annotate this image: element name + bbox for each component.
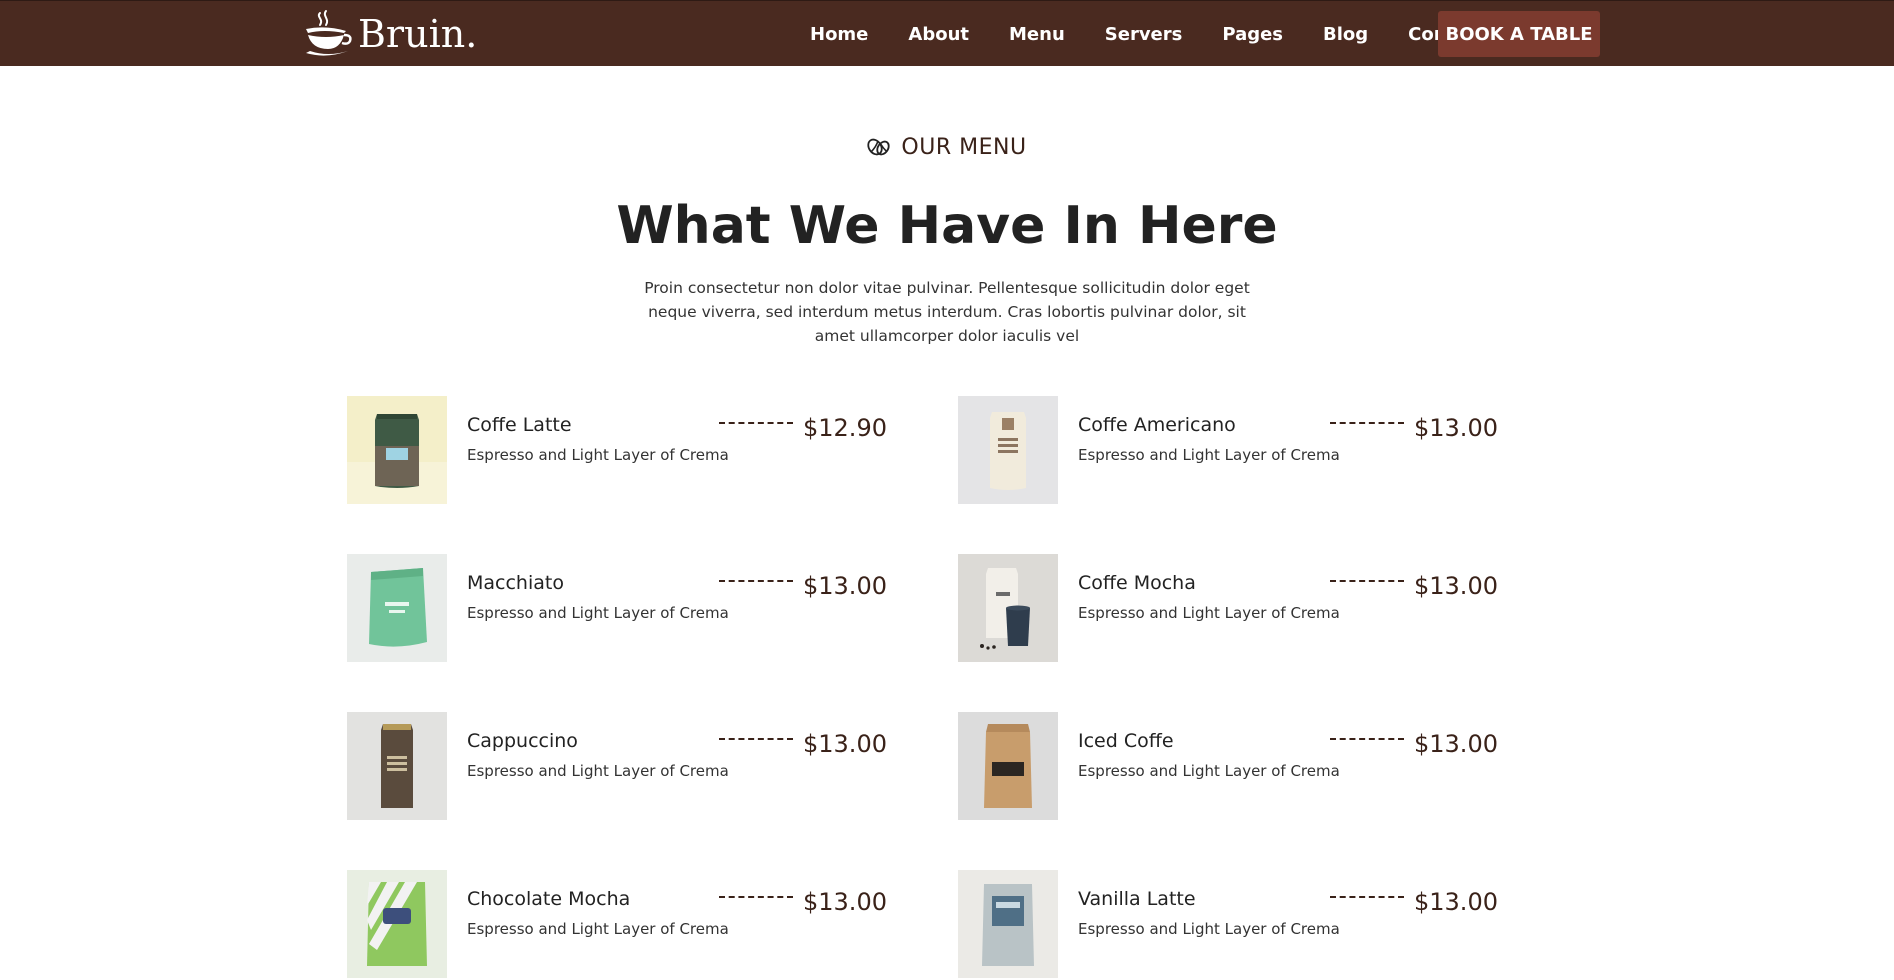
coffee-cup-steam-icon (306, 10, 352, 56)
item-description: Espresso and Light Layer of Crema (1078, 446, 1340, 464)
price-leader (1330, 738, 1404, 740)
product-image (347, 396, 447, 504)
item-price: $13.00 (1414, 888, 1498, 916)
nav-pages[interactable]: Pages (1222, 24, 1283, 45)
price-leader (719, 738, 793, 740)
coffee-bean-icon (867, 138, 891, 156)
brand-name: Bruin. (358, 12, 478, 56)
menu-item[interactable]: Iced Coffe Espresso and Light Layer of C… (958, 712, 1498, 822)
item-name: Coffe Mocha (1078, 572, 1196, 594)
book-table-button[interactable]: BOOK A TABLE (1438, 11, 1600, 57)
menu-item[interactable]: Vanilla Latte Espresso and Light Layer o… (958, 870, 1498, 980)
item-name: Macchiato (467, 572, 564, 594)
item-name: Vanilla Latte (1078, 888, 1196, 910)
item-price: $13.00 (1414, 414, 1498, 442)
product-image (958, 870, 1058, 978)
price-leader (1330, 896, 1404, 898)
item-price: $13.00 (1414, 730, 1498, 758)
item-description: Espresso and Light Layer of Crema (1078, 920, 1340, 938)
product-image (347, 554, 447, 662)
menu-item[interactable]: Coffe Mocha Espresso and Light Layer of … (958, 554, 1498, 664)
menu-item[interactable]: Coffe Americano Espresso and Light Layer… (958, 396, 1498, 506)
item-description: Espresso and Light Layer of Crema (1078, 604, 1340, 622)
section-eyebrow: OUR MENU (901, 134, 1027, 160)
price-leader (719, 580, 793, 582)
nav-blog[interactable]: Blog (1323, 24, 1368, 45)
nav-menu[interactable]: Menu (1009, 24, 1065, 45)
item-price: $13.00 (803, 730, 887, 758)
item-description: Espresso and Light Layer of Crema (467, 920, 729, 938)
main-nav: Home About Menu Servers Pages Blog Conta… (810, 1, 1487, 67)
price-leader (719, 422, 793, 424)
item-price: $12.90 (803, 414, 887, 442)
item-description: Espresso and Light Layer of Crema (467, 762, 729, 780)
eyebrow: OUR MENU (867, 130, 1026, 164)
product-image (958, 712, 1058, 820)
section-description: Proin consectetur non dolor vitae pulvin… (644, 279, 1250, 345)
nav-about[interactable]: About (908, 24, 969, 45)
menu-item[interactable]: Macchiato Espresso and Light Layer of Cr… (347, 554, 887, 664)
product-image (347, 712, 447, 820)
item-name: Cappuccino (467, 730, 578, 752)
menu-item[interactable]: Cappuccino Espresso and Light Layer of C… (347, 712, 887, 822)
nav-servers[interactable]: Servers (1105, 24, 1183, 45)
item-description: Espresso and Light Layer of Crema (467, 604, 729, 622)
nav-home[interactable]: Home (810, 24, 868, 45)
item-name: Coffe Latte (467, 414, 572, 436)
item-price: $13.00 (1414, 572, 1498, 600)
menu-item[interactable]: Chocolate Mocha Espresso and Light Layer… (347, 870, 887, 980)
top-navbar: Bruin. Home About Menu Servers Pages Blo… (0, 0, 1894, 66)
item-name: Coffe Americano (1078, 414, 1236, 436)
price-leader (719, 896, 793, 898)
item-price: $13.00 (803, 888, 887, 916)
price-leader (1330, 580, 1404, 582)
item-description: Espresso and Light Layer of Crema (467, 446, 729, 464)
product-image (958, 396, 1058, 504)
menu-item[interactable]: Coffe Latte Espresso and Light Layer of … (347, 396, 887, 506)
product-image (347, 870, 447, 978)
brand-logo[interactable]: Bruin. (302, 7, 477, 61)
item-price: $13.00 (803, 572, 887, 600)
product-image (958, 554, 1058, 662)
item-description: Espresso and Light Layer of Crema (1078, 762, 1340, 780)
item-name: Chocolate Mocha (467, 888, 631, 910)
page-title: What We Have In Here (616, 196, 1278, 256)
item-name: Iced Coffe (1078, 730, 1174, 752)
price-leader (1330, 422, 1404, 424)
menu-section-header: OUR MENU What We Have In Here Proin cons… (0, 130, 1894, 348)
